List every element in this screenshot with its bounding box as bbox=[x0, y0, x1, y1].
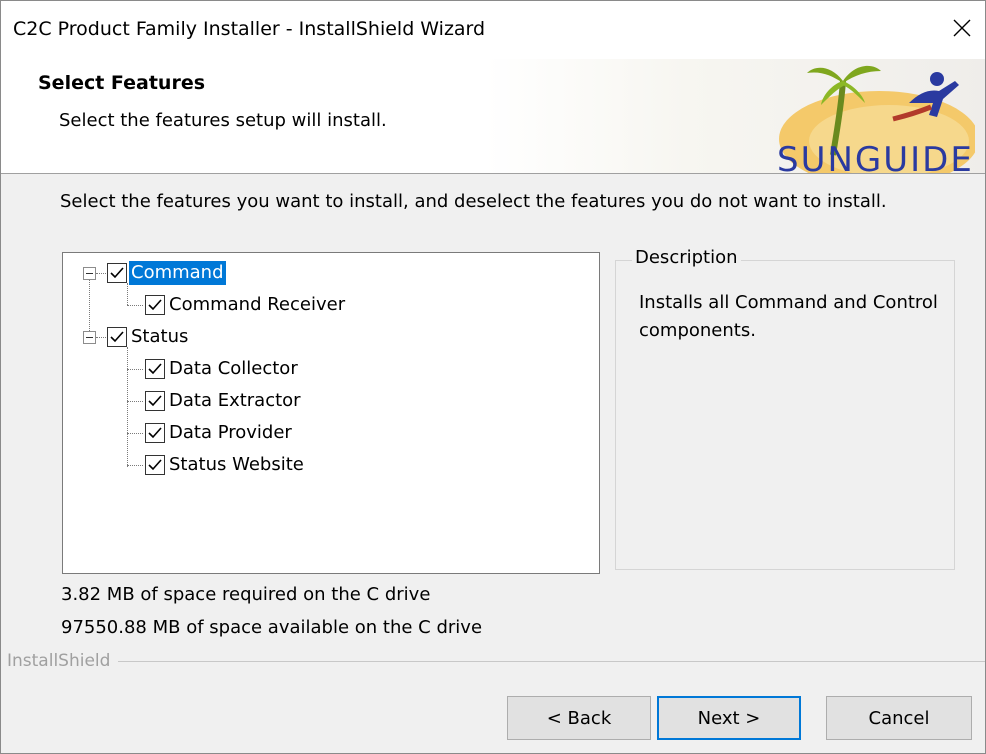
checkbox-checked-icon[interactable] bbox=[145, 295, 165, 315]
tree-connector bbox=[127, 401, 143, 402]
title-bar[interactable]: C2C Product Family Installer - InstallSh… bbox=[1, 1, 985, 59]
close-button[interactable] bbox=[939, 1, 985, 59]
description-text: Installs all Command and Control compone… bbox=[639, 292, 938, 341]
checkbox-checked-icon[interactable] bbox=[145, 455, 165, 475]
instruction-text: Select the features you want to install,… bbox=[60, 191, 887, 212]
wizard-header: Select Features Select the features setu… bbox=[1, 59, 985, 187]
tree-item-command[interactable]: Command bbox=[107, 260, 226, 286]
tree-item-status-website[interactable]: Status Website bbox=[145, 452, 306, 478]
tree-connector bbox=[96, 337, 106, 338]
description-legend: Description bbox=[632, 247, 741, 268]
space-available: 97550.88 MB of space available on the C … bbox=[61, 617, 483, 638]
tree-item-label: Data Provider bbox=[169, 422, 292, 443]
checkbox-checked-icon[interactable] bbox=[145, 391, 165, 411]
tree-connector bbox=[96, 273, 106, 274]
tree-connector bbox=[127, 465, 143, 466]
tree-connector bbox=[127, 305, 143, 306]
tree-connector bbox=[127, 283, 128, 305]
tree-item-status[interactable]: Status bbox=[107, 324, 190, 350]
feature-tree[interactable]: Command Command Receiver Status Data Col… bbox=[62, 252, 600, 574]
tree-item-label: Status bbox=[131, 326, 189, 347]
space-required: 3.82 MB of space required on the C drive bbox=[61, 584, 431, 605]
logo-text: SUNGUIDE bbox=[777, 140, 974, 173]
tree-connector bbox=[127, 369, 143, 370]
tree-item-data-collector[interactable]: Data Collector bbox=[145, 356, 300, 382]
tree-item-label: Data Collector bbox=[169, 358, 298, 379]
tree-connector bbox=[127, 347, 128, 467]
collapse-command-icon[interactable] bbox=[83, 267, 96, 280]
checkbox-checked-icon[interactable] bbox=[145, 359, 165, 379]
collapse-status-icon[interactable] bbox=[83, 331, 96, 344]
tree-item-label: Command bbox=[129, 261, 226, 285]
window-title: C2C Product Family Installer - InstallSh… bbox=[13, 18, 486, 40]
tree-item-label: Command Receiver bbox=[169, 294, 346, 315]
sunguide-logo: SUNGUIDE bbox=[769, 59, 979, 187]
checkbox-checked-icon[interactable] bbox=[145, 423, 165, 443]
page-subtitle: Select the features setup will install. bbox=[59, 110, 387, 131]
next-button[interactable]: Next > bbox=[657, 696, 801, 740]
checkbox-checked-icon[interactable] bbox=[107, 327, 127, 347]
tree-item-label: Status Website bbox=[169, 454, 304, 475]
logo-banner: SUNGUIDE bbox=[485, 59, 985, 187]
cancel-button[interactable]: Cancel bbox=[826, 696, 972, 740]
branding-divider bbox=[9, 661, 985, 662]
tree-connector bbox=[127, 433, 143, 434]
back-button[interactable]: < Back bbox=[507, 696, 651, 740]
tree-item-label: Data Extractor bbox=[169, 390, 301, 411]
tree-item-command-receiver[interactable]: Command Receiver bbox=[145, 292, 347, 318]
close-icon bbox=[953, 19, 971, 41]
tree-item-data-extractor[interactable]: Data Extractor bbox=[145, 388, 303, 414]
tree-connector bbox=[89, 279, 90, 339]
checkbox-checked-icon[interactable] bbox=[107, 263, 127, 283]
installer-window: C2C Product Family Installer - InstallSh… bbox=[0, 0, 986, 754]
tree-item-data-provider[interactable]: Data Provider bbox=[145, 420, 294, 446]
installshield-branding: InstallShield bbox=[7, 651, 119, 671]
page-title: Select Features bbox=[38, 72, 206, 94]
